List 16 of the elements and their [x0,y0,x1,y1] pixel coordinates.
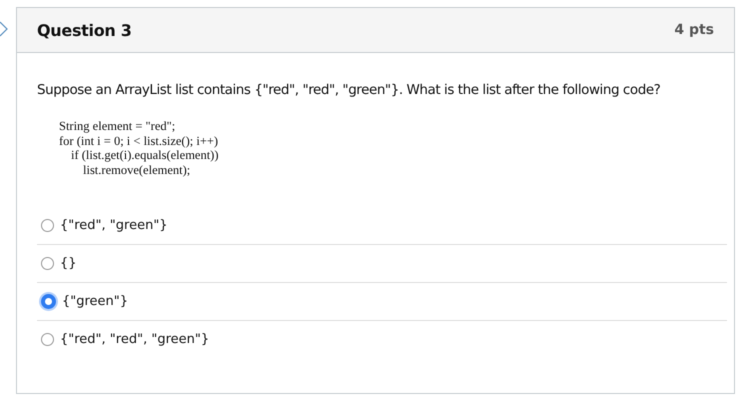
answer-label[interactable]: {"green"} [62,294,128,309]
radio-button[interactable] [41,257,54,270]
answer-label[interactable]: {"red", "green"} [60,218,168,233]
question-text: Suppose an ArrayList list contains {"red", "red", "green"}. What is the list after the following code? [37,82,662,98]
code-line: list.remove(element); [83,162,190,177]
code-line: String element = "red"; [59,119,176,134]
code-line: if (list.get(i).equals(element)) [71,148,219,162]
code-line: for (int i = 0; i < list.size(); i++) [59,134,218,148]
answer-label[interactable]: {} [60,256,77,271]
radio-button[interactable] [41,219,54,232]
question-title: Question 3 [37,20,132,40]
points-label: 4 pts [674,22,714,38]
answer-label[interactable]: {"red", "red", "green"} [60,332,210,347]
chevron-icon [0,21,8,37]
radio-button[interactable] [41,294,56,309]
radio-button[interactable] [41,333,54,346]
